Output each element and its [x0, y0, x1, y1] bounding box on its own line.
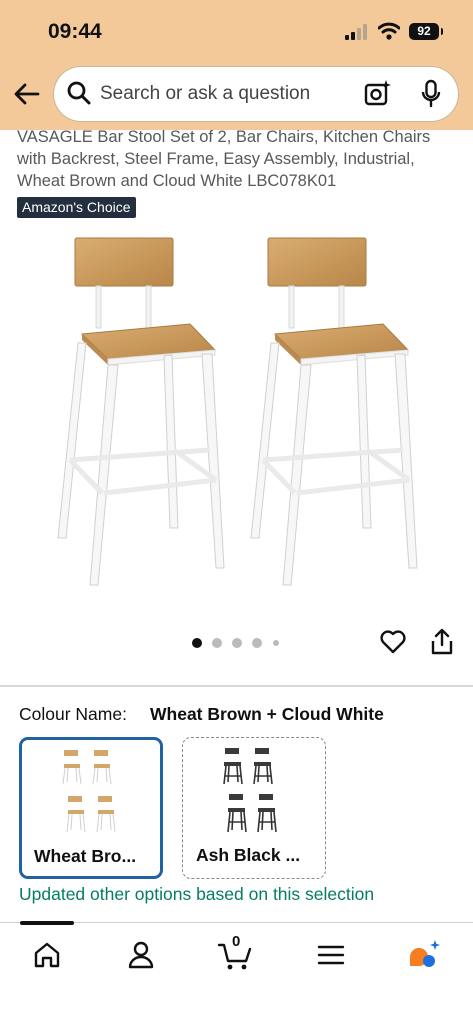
carousel-dot[interactable] [192, 638, 202, 648]
back-arrow-icon[interactable] [12, 80, 42, 108]
product-title: VASAGLE Bar Stool Set of 2, Bar Chairs, … [17, 128, 431, 190]
product-image[interactable] [40, 228, 440, 598]
cart-count: 0 [232, 933, 241, 950]
ash-black-thumbnail [223, 748, 277, 833]
wheat-brown-thumbnail [62, 750, 116, 833]
header-bar: 09:44 92 Search or ask a question [0, 0, 473, 130]
microphone-icon[interactable] [420, 79, 442, 109]
colour-option-wheat-brown[interactable]: Wheat Bro... [19, 737, 163, 879]
rufus-icon[interactable] [405, 935, 445, 975]
heart-icon[interactable] [379, 628, 407, 656]
status-time: 09:44 [48, 20, 102, 43]
camera-search-icon[interactable] [364, 79, 392, 107]
active-tab-indicator [20, 921, 74, 925]
colour-option-label: Wheat Bro... [34, 846, 137, 866]
amazons-choice-badge: Amazon's Choice [17, 197, 136, 218]
section-divider [0, 685, 473, 687]
status-bar: 09:44 92 [0, 0, 473, 62]
account-icon[interactable] [121, 935, 161, 975]
colour-name-value: Wheat Brown + Cloud White [150, 704, 384, 724]
search-bar[interactable]: Search or ask a question [54, 67, 458, 121]
search-input[interactable]: Search or ask a question [100, 83, 310, 105]
selection-updated-notice: Updated other options based on this sele… [19, 884, 375, 904]
carousel-dot[interactable] [273, 640, 279, 646]
carousel-dot[interactable] [232, 638, 242, 648]
wifi-icon [378, 22, 400, 40]
cellular-signal-icon [345, 24, 369, 40]
carousel-dot[interactable] [252, 638, 262, 648]
bottom-navigation: 0 [0, 921, 473, 1024]
share-icon[interactable] [430, 628, 454, 656]
colour-option-ash-black[interactable]: Ash Black ... [182, 737, 326, 879]
cart-button[interactable]: 0 [216, 933, 256, 975]
colour-option-label: Ash Black ... [196, 845, 301, 865]
battery-indicator: 92 [409, 23, 443, 40]
colour-name-label: Colour Name: [19, 704, 127, 724]
menu-icon[interactable] [311, 935, 351, 975]
image-carousel-dots[interactable] [192, 637, 282, 649]
carousel-dot[interactable] [212, 638, 222, 648]
home-icon[interactable] [27, 935, 67, 975]
search-icon [67, 81, 91, 105]
